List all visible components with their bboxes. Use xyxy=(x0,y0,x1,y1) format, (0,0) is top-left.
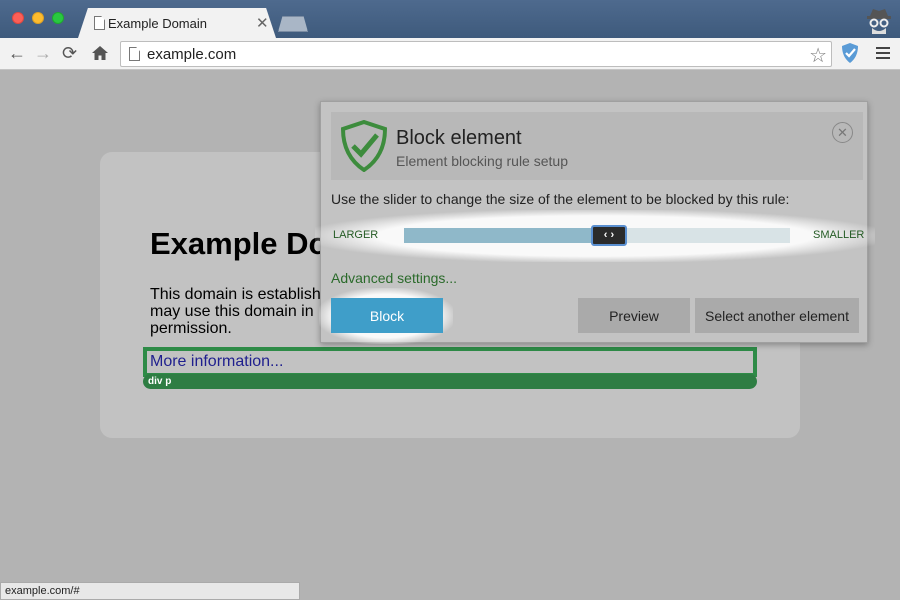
address-bar[interactable]: example.com ☆ xyxy=(120,41,832,67)
slider-smaller-label: SMALLER xyxy=(813,229,865,241)
browser-titlebar: Example Domain ✕ xyxy=(0,0,900,38)
page-paragraph: This domain is establish may use this do… xyxy=(150,286,321,337)
dialog-header: Block element Element blocking rule setu… xyxy=(331,112,863,180)
block-element-dialog: Block element Element blocking rule setu… xyxy=(315,101,875,344)
star-icon[interactable]: ☆ xyxy=(809,43,827,68)
dialog-subtitle: Element blocking rule setup xyxy=(396,153,568,169)
address-bar-url: example.com xyxy=(147,46,237,63)
slider-instruction: Use the slider to change the size of the… xyxy=(331,191,790,207)
select-another-element-button[interactable]: Select another element xyxy=(695,298,859,333)
forward-arrow-icon[interactable]: → xyxy=(34,42,52,64)
close-icon[interactable]: ✕ xyxy=(832,122,853,143)
status-bar: example.com/# xyxy=(0,582,300,600)
window-minimize-button[interactable] xyxy=(32,12,44,24)
browser-toolbar: ← → ⟳ example.com ☆ xyxy=(0,38,900,70)
slider-larger-label: LARGER xyxy=(333,229,379,241)
selector-tag: div p xyxy=(143,374,757,389)
incognito-icon xyxy=(867,9,891,34)
advanced-settings-link[interactable]: Advanced settings... xyxy=(331,270,457,286)
more-information-link[interactable]: More information... xyxy=(150,353,283,371)
window-close-button[interactable] xyxy=(12,12,24,24)
tab-close-icon[interactable]: ✕ xyxy=(256,14,269,32)
back-arrow-icon[interactable]: ← xyxy=(8,42,26,64)
adguard-logo-icon xyxy=(340,120,388,172)
tab-title: Example Domain xyxy=(108,16,207,31)
preview-button[interactable]: Preview xyxy=(578,298,690,333)
reload-icon[interactable]: ⟳ xyxy=(62,42,77,64)
slider-fill xyxy=(404,228,597,243)
new-tab-button[interactable] xyxy=(278,16,308,32)
browser-tab[interactable]: Example Domain ✕ xyxy=(78,8,276,38)
size-slider[interactable]: ‹ › xyxy=(404,225,790,246)
page-icon xyxy=(129,47,140,61)
adguard-shield-icon[interactable] xyxy=(840,42,860,64)
block-button[interactable]: Block xyxy=(331,298,443,333)
page-heading: Example Do xyxy=(150,226,328,261)
page-icon xyxy=(94,16,105,30)
window-maximize-button[interactable] xyxy=(52,12,64,24)
hamburger-menu-icon[interactable] xyxy=(876,47,890,59)
dialog-title: Block element xyxy=(396,127,522,149)
slider-handle[interactable]: ‹ › xyxy=(591,225,627,246)
home-icon[interactable] xyxy=(90,42,110,64)
